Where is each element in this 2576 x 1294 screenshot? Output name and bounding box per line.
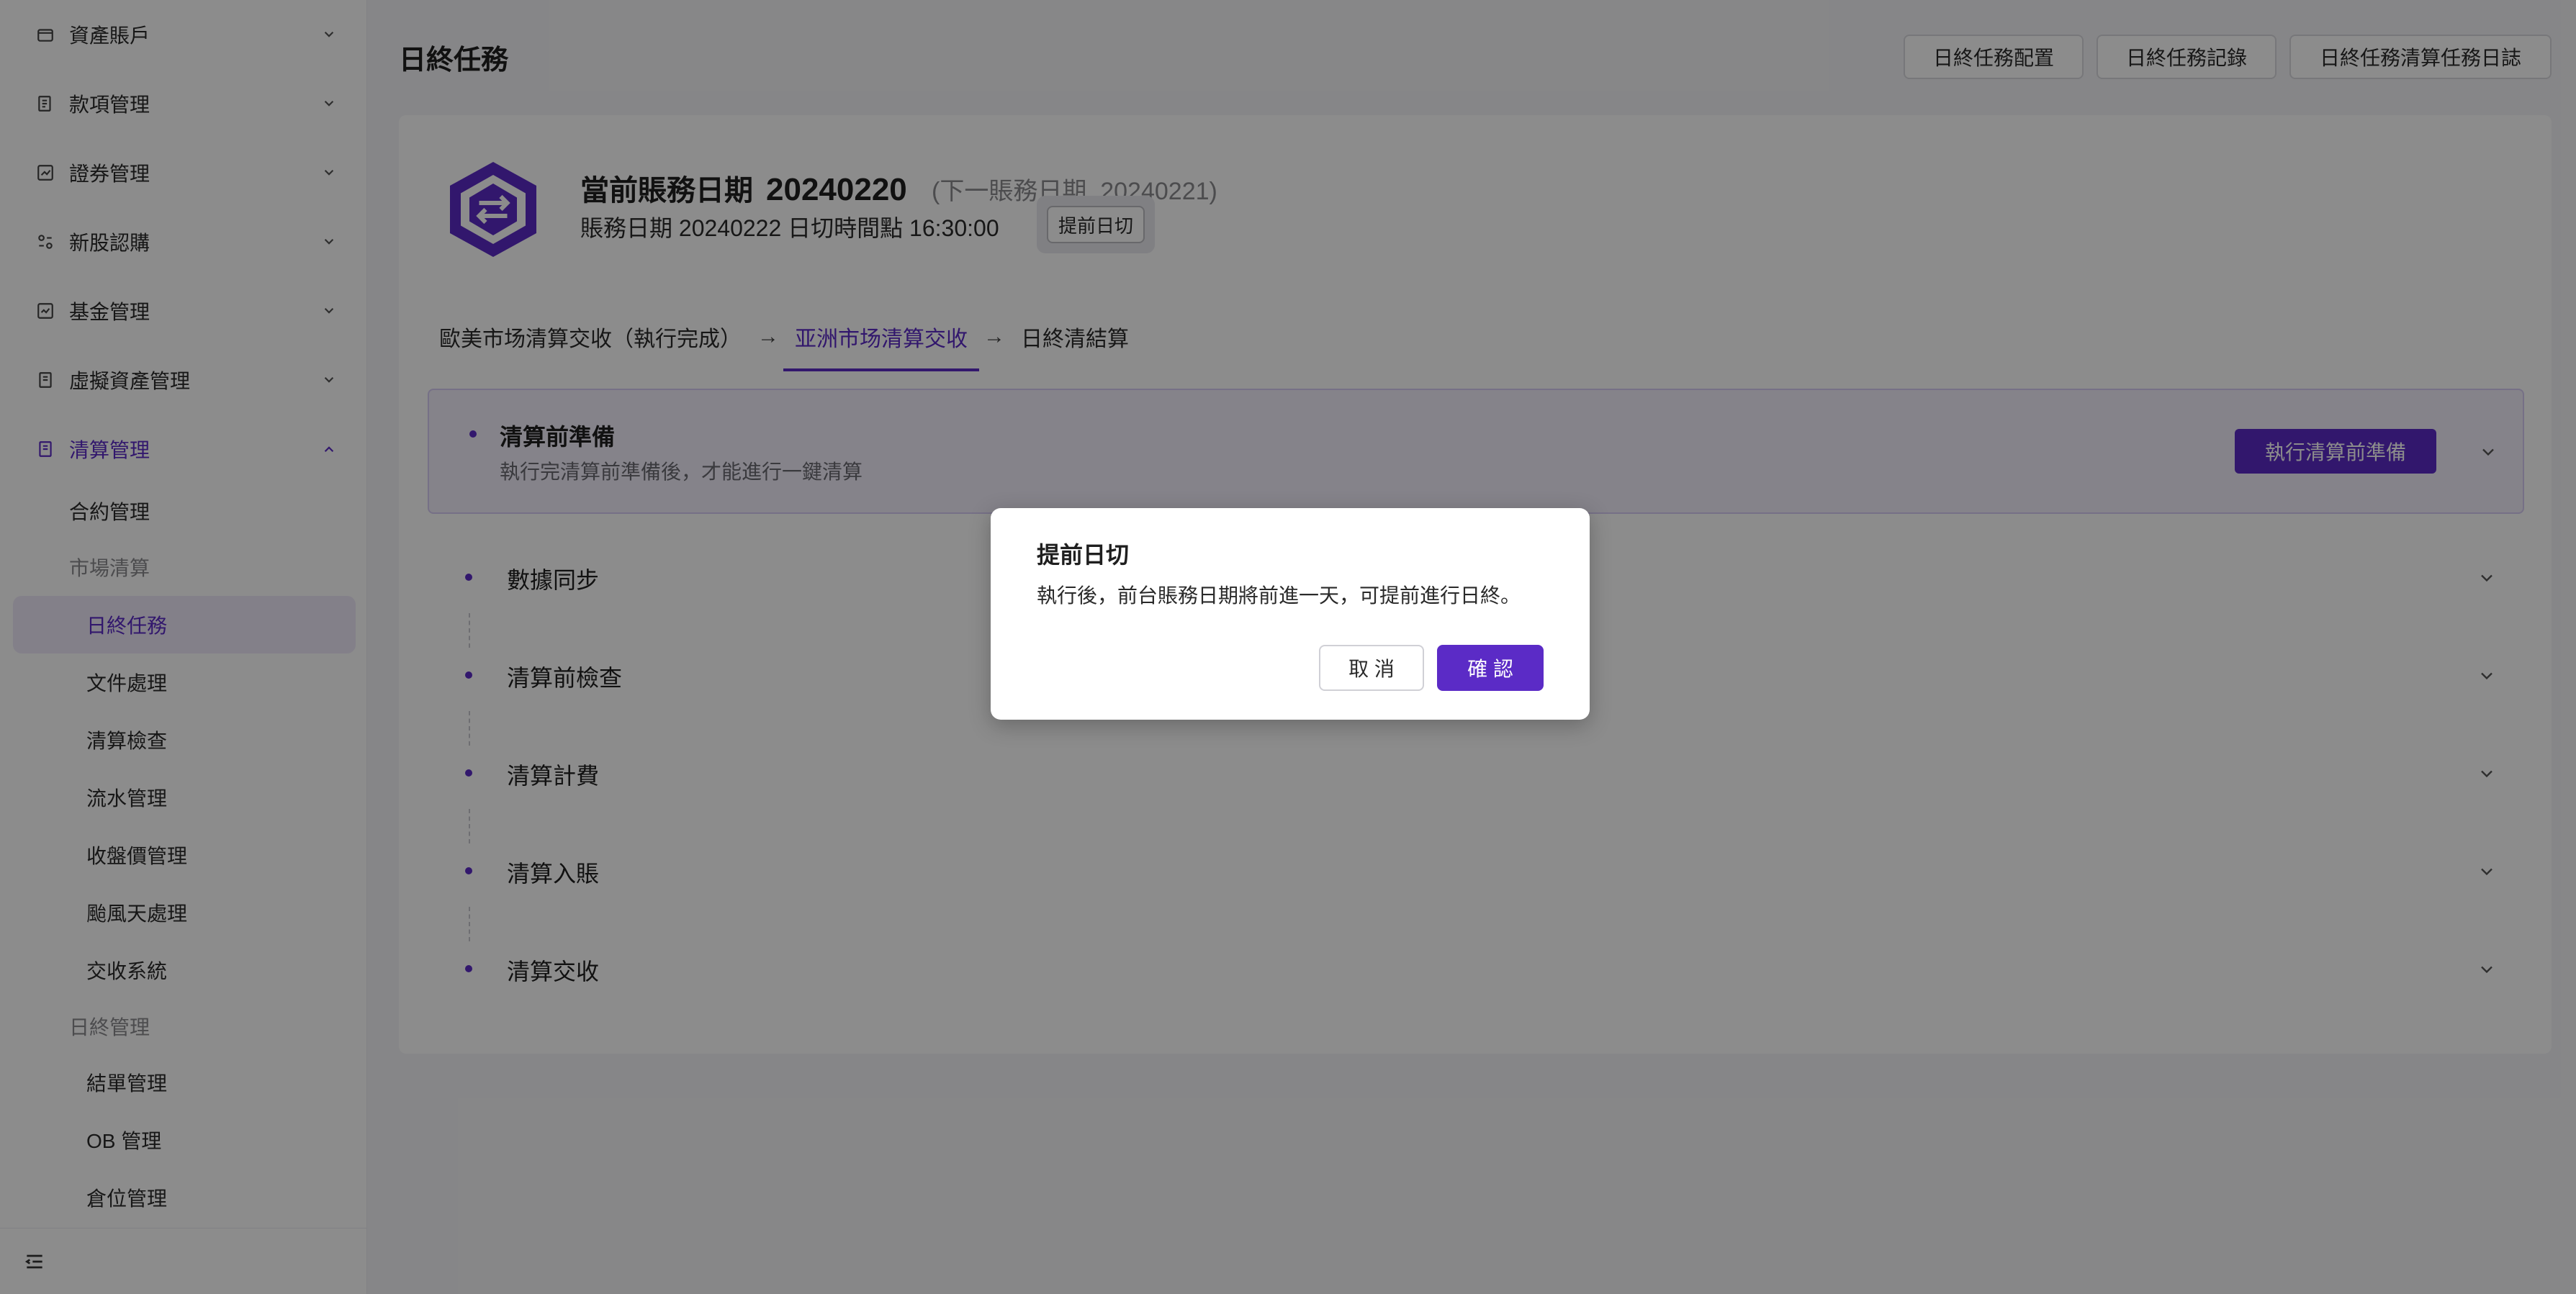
dialog-message: 執行後，前台賬務日期將前進一天，可提前進行日終。 (1037, 584, 1521, 607)
confirm-button[interactable]: 確 認 (1437, 645, 1544, 691)
cancel-button[interactable]: 取 消 (1319, 645, 1424, 691)
dialog-title: 提前日切 (1037, 542, 1130, 568)
confirm-dialog: 提前日切 執行後，前台賬務日期將前進一天，可提前進行日終。 取 消 確 認 (991, 508, 1590, 720)
